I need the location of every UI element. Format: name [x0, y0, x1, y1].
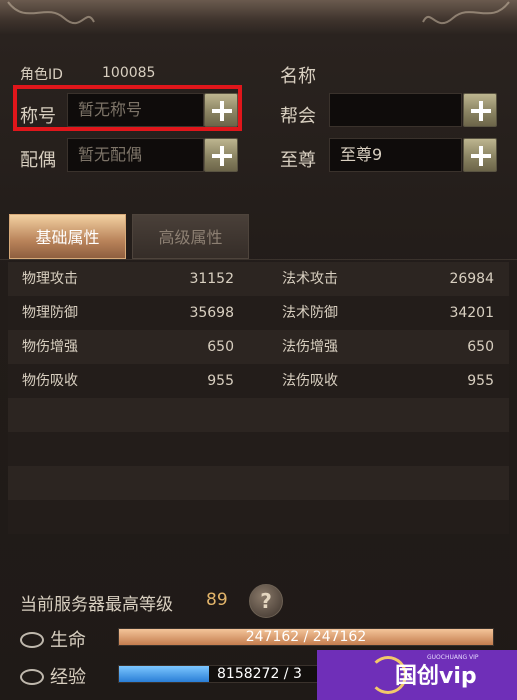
table-row-empty — [8, 466, 509, 500]
attr-value: 955 — [467, 373, 494, 389]
eye-icon[interactable] — [20, 632, 44, 648]
attr-value: 650 — [207, 339, 234, 355]
attr-name: 法伤吸收 — [282, 373, 338, 389]
role-id-value: 100085 — [102, 65, 156, 81]
attribute-table: 物理攻击 31152 法术攻击 26984 物理防御 35698 法术防御 34… — [8, 262, 509, 534]
help-icon[interactable]: ? — [249, 584, 283, 618]
attr-value: 35698 — [189, 305, 234, 321]
table-row-empty — [8, 500, 509, 534]
tab-advanced-attributes[interactable]: 高级属性 — [132, 214, 249, 259]
attr-name: 法伤增强 — [282, 339, 338, 355]
attr-name: 物伤增强 — [22, 339, 78, 355]
watermark-badge: 国创vip GUOCHUANG VIP — [317, 650, 517, 700]
table-row: 物理防御 35698 法术防御 34201 — [8, 296, 509, 330]
hp-label: 生命 — [50, 630, 86, 651]
table-row-empty — [8, 398, 509, 432]
name-label: 名称 — [280, 66, 316, 87]
attr-value: 34201 — [449, 305, 494, 321]
add-guild-button[interactable] — [463, 93, 497, 127]
table-row: 物伤增强 650 法伤增强 650 — [8, 330, 509, 364]
add-spouse-button[interactable] — [204, 138, 238, 172]
watermark-text: 国创vip — [395, 664, 477, 689]
supreme-label: 至尊 — [280, 150, 316, 171]
server-max-level-value: 89 — [206, 590, 228, 610]
hp-bar: 247162 / 247162 — [118, 628, 494, 646]
title-highlight-box — [13, 85, 242, 131]
attr-name: 物理防御 — [22, 305, 78, 321]
attr-name: 物伤吸收 — [22, 373, 78, 389]
hp-bar-text: 247162 / 247162 — [245, 629, 367, 645]
attr-name: 法术攻击 — [282, 271, 338, 287]
supreme-field[interactable]: 至尊9 — [329, 138, 462, 172]
eye-icon[interactable] — [20, 669, 44, 685]
table-row: 物伤吸收 955 法伤吸收 955 — [8, 364, 509, 398]
guild-label: 帮会 — [280, 106, 316, 127]
add-supreme-button[interactable] — [463, 138, 497, 172]
attr-value: 31152 — [189, 271, 234, 287]
attr-value: 650 — [467, 339, 494, 355]
panel-top-frame — [0, 0, 517, 34]
attribute-tabs: 基础属性 高级属性 — [0, 207, 517, 260]
ornament-left-icon — [7, 1, 95, 25]
table-row-empty — [8, 432, 509, 466]
table-row: 物理攻击 31152 法术攻击 26984 — [8, 262, 509, 296]
ornament-right-icon — [422, 1, 510, 25]
attr-value: 955 — [207, 373, 234, 389]
guild-field[interactable] — [329, 93, 462, 127]
character-panel: 角色ID 100085 名称 称号 暂无称号 帮会 配偶 暂无配偶 至尊 至尊9… — [0, 0, 517, 700]
attr-name: 物理攻击 — [22, 271, 78, 287]
tab-basic-attributes[interactable]: 基础属性 — [9, 214, 126, 259]
server-max-level-label: 当前服务器最高等级 — [20, 595, 173, 615]
spouse-label: 配偶 — [20, 150, 56, 171]
attr-value: 26984 — [449, 271, 494, 287]
attr-name: 法术防御 — [282, 305, 338, 321]
exp-label: 经验 — [50, 667, 86, 688]
watermark-small-text: GUOCHUANG VIP — [427, 654, 479, 661]
role-id-label: 角色ID — [20, 67, 63, 83]
spouse-field[interactable]: 暂无配偶 — [67, 138, 204, 172]
